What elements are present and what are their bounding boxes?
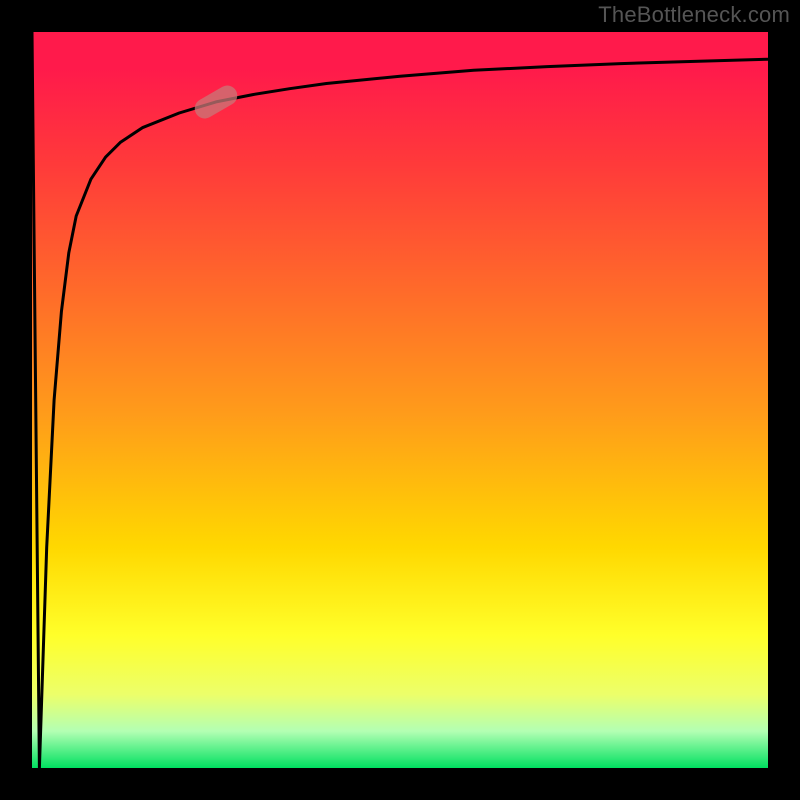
- attribution-text: TheBottleneck.com: [598, 2, 790, 28]
- bottleneck-curve: [32, 32, 768, 768]
- plot-area: [32, 32, 768, 768]
- chart-container: TheBottleneck.com: [0, 0, 800, 800]
- curve-layer: [32, 32, 768, 768]
